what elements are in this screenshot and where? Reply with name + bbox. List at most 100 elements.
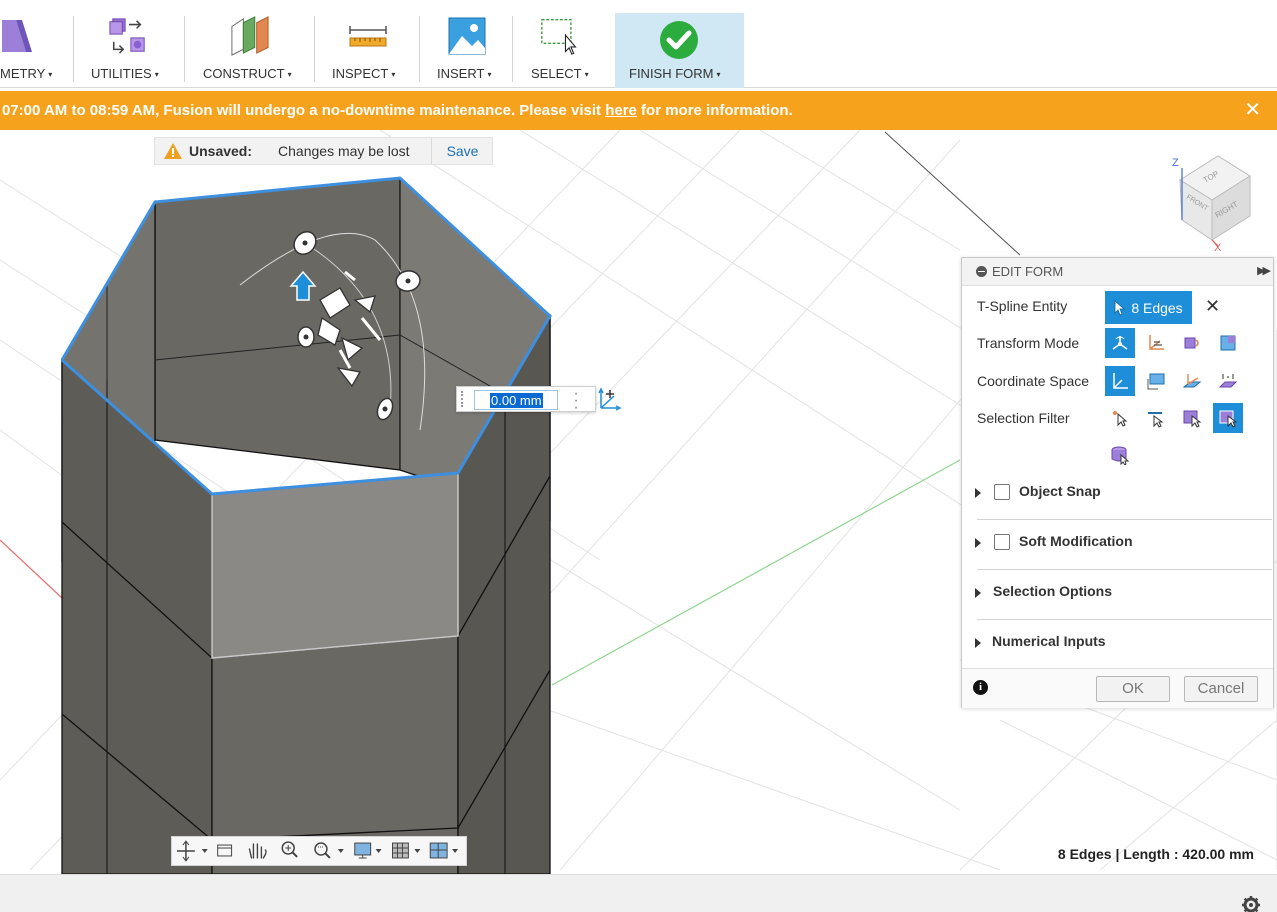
view-space-icon — [1147, 373, 1165, 390]
more-options-icon[interactable]: · · · — [573, 386, 579, 416]
grid-settings-icon[interactable] — [392, 842, 421, 859]
coordinate-space-row: Coordinate Space — [962, 364, 1275, 398]
view-horizon-line — [884, 131, 1021, 256]
selection-filter-label: Selection Filter — [977, 410, 1070, 426]
unsaved-message: Changes may be lost — [278, 143, 410, 159]
cancel-button[interactable]: Cancel — [1184, 676, 1258, 702]
soft-modification-checkbox[interactable] — [994, 534, 1010, 550]
transform-mode-row: Transform Mode — [962, 326, 1275, 360]
zoom-window-icon[interactable] — [314, 842, 344, 859]
multi-transform-icon — [1112, 336, 1128, 350]
numerical-inputs-label: Numerical Inputs — [992, 633, 1106, 649]
vertex-filter-button[interactable] — [1105, 403, 1135, 433]
navigation-bar — [171, 836, 467, 866]
toolbar: METRY ▾ UTILITIES ▾ CONSTRUCT ▾ INSPECT … — [0, 0, 1277, 88]
body-filter-button[interactable] — [1213, 403, 1243, 433]
banner-text-after: for more information. — [636, 102, 793, 119]
object-snap-label: Object Snap — [1019, 483, 1101, 499]
numerical-inputs-section[interactable]: Numerical Inputs — [962, 620, 1275, 670]
zoom-icon[interactable] — [281, 841, 298, 858]
per-face-space-button[interactable] — [1213, 366, 1243, 396]
viewports-icon[interactable] — [429, 842, 459, 859]
vertex-filter-icon — [1113, 411, 1128, 427]
viewcube-z-label: Z — [1172, 157, 1179, 169]
utilities-icon — [109, 18, 145, 54]
edit-form-panel: EDIT FORM ▶▶ T-Spline Entity 8 Edges ✕ T… — [961, 257, 1274, 708]
tspline-entity-label: T-Spline Entity — [977, 298, 1068, 314]
multi-transform-button[interactable] — [1105, 328, 1135, 358]
toolbar-finish-form-label[interactable]: FINISH FORM ▾ — [629, 66, 721, 81]
rotation-icon — [1184, 337, 1199, 349]
toolbar-utilities-group[interactable]: UTILITIES ▾ — [80, 0, 180, 88]
face-filter-button[interactable] — [1177, 403, 1207, 433]
maintenance-banner: 07:00 AM to 08:59 AM, Fusion will underg… — [0, 91, 1277, 130]
expand-caret-icon[interactable] — [975, 638, 981, 648]
local-space-icon — [1182, 374, 1202, 388]
collapse-panel-icon[interactable] — [976, 266, 987, 277]
expand-panel-icon[interactable]: ▶▶ — [1257, 264, 1271, 277]
y-axis-line — [551, 459, 961, 686]
rotation-button[interactable] — [1177, 328, 1207, 358]
selection-options-section[interactable]: Selection Options — [962, 570, 1275, 620]
viewcube[interactable]: TOP FRONT RIGHT Z X — [1172, 155, 1251, 254]
select-box-icon — [541, 18, 577, 55]
gear-icon[interactable] — [1241, 895, 1261, 912]
ok-button[interactable]: OK — [1096, 676, 1170, 702]
distance-input-value[interactable]: 0.00 mm — [490, 393, 543, 408]
save-button[interactable]: Save — [430, 138, 493, 164]
unsaved-notice: Unsaved: Changes may be lost Save — [154, 137, 494, 165]
object-snap-checkbox[interactable] — [994, 484, 1010, 500]
entity-selection-chip[interactable]: 8 Edges — [1105, 291, 1192, 324]
selection-filter-row-2 — [962, 438, 1275, 472]
toolbar-select-group[interactable]: SELECT ▾ — [518, 0, 610, 88]
object-snap-section[interactable]: Object Snap — [962, 470, 1275, 520]
toolbar-utilities-label: UTILITIES ▾ — [91, 66, 159, 81]
selection-filter-row: Selection Filter — [962, 401, 1275, 435]
pan-hand-icon[interactable] — [248, 843, 267, 859]
info-icon[interactable]: i — [973, 680, 988, 695]
selected-face[interactable] — [211, 472, 459, 659]
edge-filter-icon — [1148, 412, 1164, 428]
insert-image-icon — [448, 17, 486, 55]
translation-button[interactable] — [1141, 328, 1171, 358]
coordinate-space-label: Coordinate Space — [977, 373, 1090, 389]
banner-link[interactable]: here — [605, 102, 637, 119]
transform-mode-label: Transform Mode — [977, 335, 1080, 351]
selection-options-label: Selection Options — [993, 583, 1113, 599]
toolbar-select-label: SELECT ▾ — [531, 66, 589, 81]
toolbar-construct-group[interactable]: CONSTRUCT ▾ — [190, 0, 310, 88]
banner-text: 07:00 AM to 08:59 AM, Fusion will underg… — [2, 102, 606, 119]
x-axis-line — [0, 539, 63, 599]
toolbar-inspect-label: INSPECT ▾ — [332, 66, 396, 81]
measure-ruler-icon — [349, 26, 387, 47]
world-space-button[interactable] — [1105, 366, 1135, 396]
axis-move-icon[interactable] — [596, 386, 622, 412]
scale-button[interactable] — [1213, 328, 1243, 358]
unsaved-label: Unsaved: — [189, 143, 253, 159]
toolbar-insert-group[interactable]: INSERT ▾ — [425, 0, 510, 88]
banner-close-button[interactable]: ✕ — [1244, 91, 1261, 130]
drag-grip-icon[interactable] — [461, 391, 465, 407]
view-space-button[interactable] — [1141, 366, 1171, 396]
orbit-icon[interactable] — [176, 840, 208, 862]
edit-form-footer: i OK Cancel — [962, 668, 1273, 708]
toolbar-geometry-group[interactable]: METRY ▾ — [0, 0, 70, 88]
toolbar-divider — [73, 16, 74, 82]
expand-caret-icon[interactable] — [975, 488, 981, 498]
clear-selection-icon[interactable]: ✕ — [1205, 296, 1220, 317]
construct-plane-icon — [231, 16, 269, 56]
local-space-button[interactable] — [1177, 366, 1207, 396]
toolbar-inspect-group[interactable]: INSPECT ▾ — [320, 0, 415, 88]
expand-caret-icon[interactable] — [975, 538, 981, 548]
display-settings-icon[interactable] — [354, 842, 382, 859]
toolbar-construct-label: CONSTRUCT ▾ — [203, 66, 292, 81]
t-spline-body-filter-button[interactable] — [1105, 440, 1135, 470]
soft-modification-section[interactable]: Soft Modification — [962, 520, 1275, 570]
green-checkmark-icon[interactable] — [659, 20, 699, 60]
viewcube-x-label: X — [1214, 242, 1222, 254]
expand-caret-icon[interactable] — [975, 588, 981, 598]
entity-chip-label: 8 Edges — [1131, 299, 1183, 316]
scale-icon — [1220, 335, 1236, 351]
edge-filter-button[interactable] — [1141, 403, 1171, 433]
look-at-icon[interactable] — [217, 844, 233, 857]
